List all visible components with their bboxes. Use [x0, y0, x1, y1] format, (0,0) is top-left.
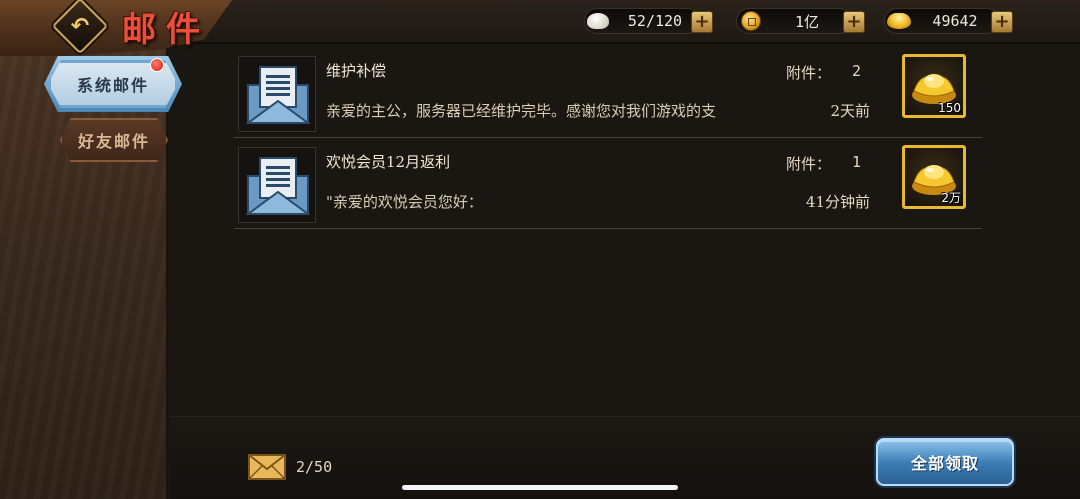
gold-ingot-icon — [912, 74, 956, 104]
stamina-value: 52/120 — [627, 12, 683, 30]
mail-envelope-icon — [238, 56, 316, 132]
add-gold-button[interactable]: + — [991, 11, 1013, 33]
mail-time: 2天前 — [830, 102, 870, 120]
claim-all-button[interactable]: 全部领取 — [876, 438, 1014, 486]
mail-item[interactable]: 欢悦会员12月返利 "亲爱的欢悦会员您好： 附件： 1 41分钟前 2万 — [234, 141, 982, 229]
attachment-count: 1 — [852, 153, 862, 171]
mail-preview: 亲爱的主公，服务器已经维护完毕。感谢您对我们游戏的支 — [326, 102, 717, 120]
mail-count: 2/50 — [296, 458, 333, 476]
copper-coin-icon — [739, 11, 763, 31]
reward-quantity: 2万 — [941, 191, 961, 205]
reward-slot[interactable]: 2万 — [902, 145, 966, 209]
mail-title: 维护补偿 — [326, 62, 387, 80]
attachment-label: 附件： — [786, 155, 832, 173]
mail-title: 欢悦会员12月返利 — [326, 153, 451, 171]
add-stamina-button[interactable]: + — [691, 11, 713, 33]
attachment-count: 2 — [852, 62, 862, 80]
mail-item[interactable]: 维护补偿 亲爱的主公，服务器已经维护完毕。感谢您对我们游戏的支 附件： 2 2天… — [234, 50, 982, 138]
gold-value: 49642 — [932, 12, 978, 30]
steamed-bun-icon — [587, 12, 611, 30]
page-title: 邮件 — [122, 10, 210, 50]
reward-quantity: 150 — [938, 101, 961, 115]
stamina-resource: 52/120 + — [584, 8, 713, 34]
gold-ingot-icon — [887, 12, 911, 30]
coin-resource: 1亿 + — [736, 8, 865, 34]
reward-slot[interactable]: 150 — [902, 54, 966, 118]
back-arrow-icon: ↶ — [70, 13, 90, 39]
home-indicator[interactable] — [402, 485, 678, 490]
envelope-icon — [248, 454, 286, 480]
mail-preview: "亲爱的欢悦会员您好： — [326, 193, 483, 211]
mail-envelope-icon — [238, 147, 316, 223]
attachment-label: 附件： — [786, 64, 832, 82]
add-coin-button[interactable]: + — [843, 11, 865, 33]
tab-friend-mail[interactable]: 好友邮件 — [60, 118, 168, 162]
sidebar — [0, 44, 168, 499]
coin-value: 1亿 — [794, 12, 820, 31]
mail-time: 41分钟前 — [805, 193, 870, 211]
gold-resource: 49642 + — [884, 8, 1013, 34]
notification-dot — [150, 58, 164, 72]
